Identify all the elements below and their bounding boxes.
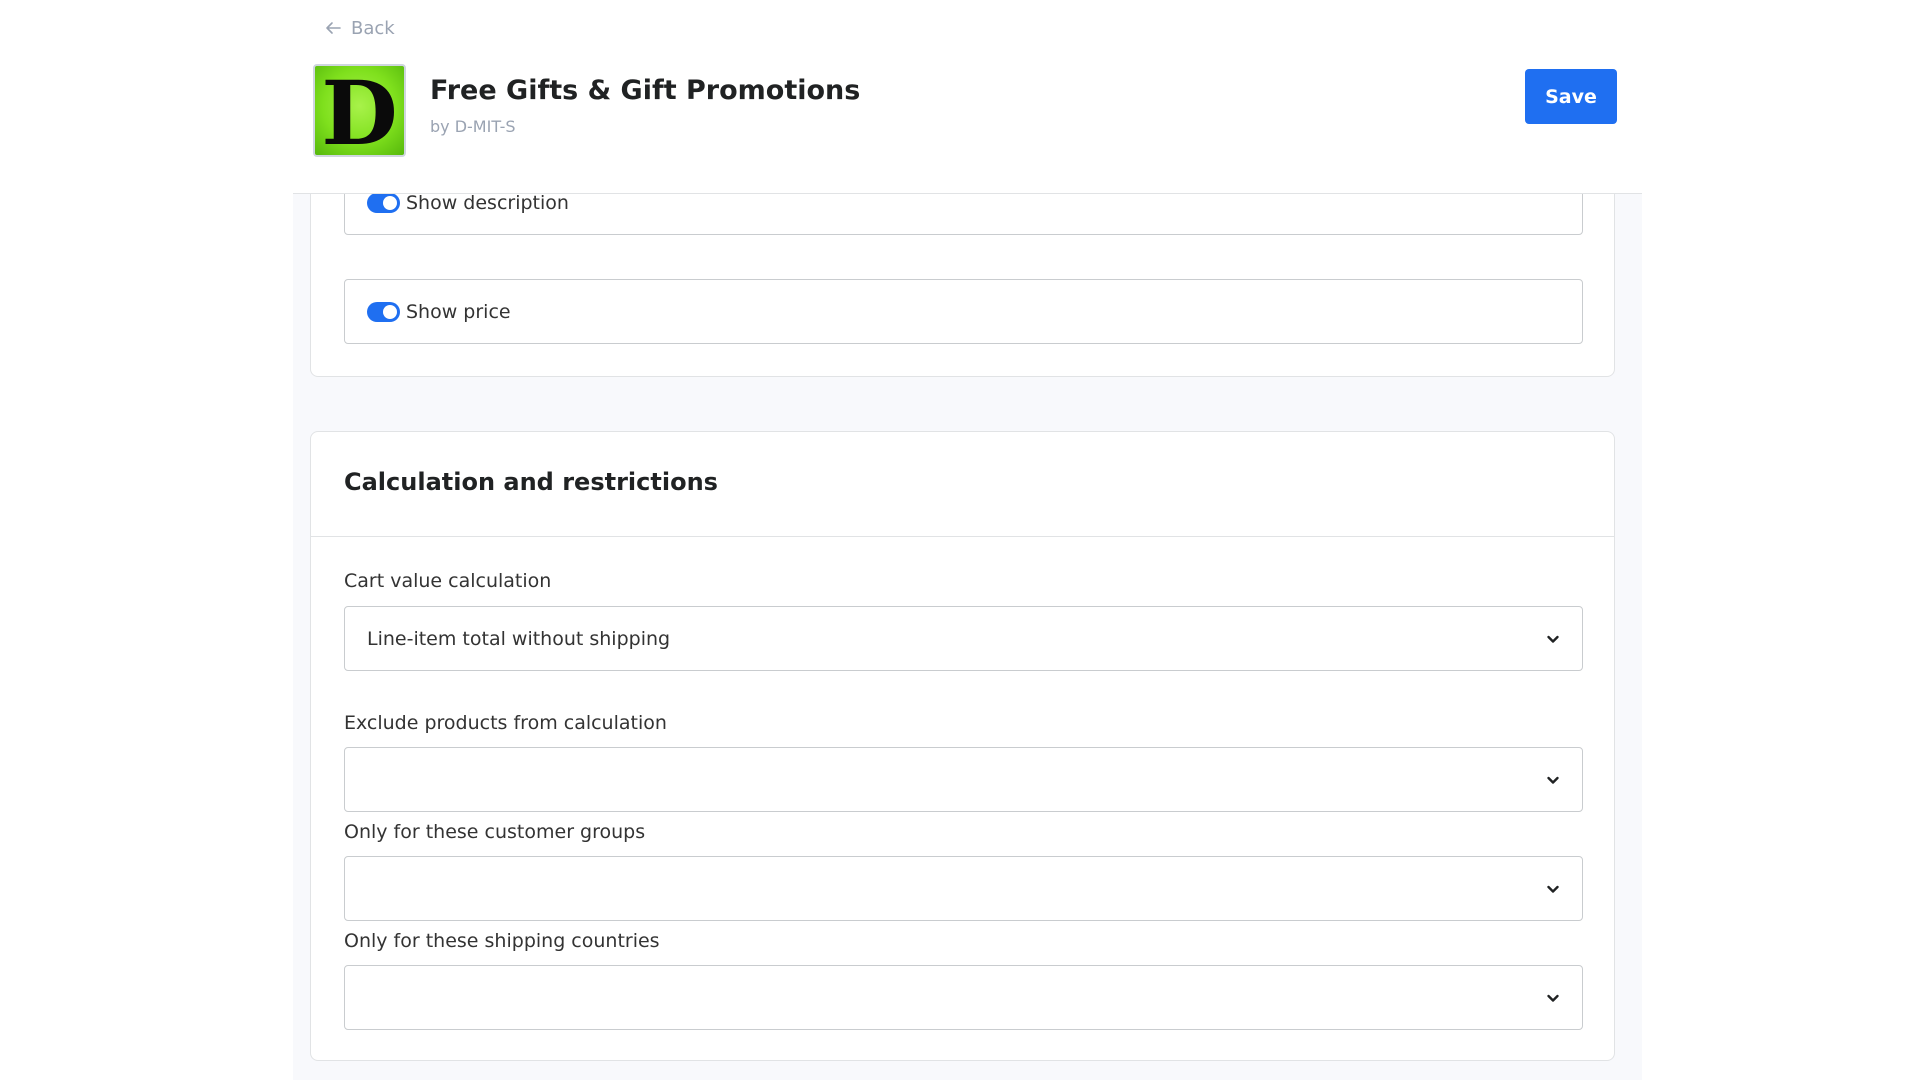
app-logo-letter: D [321, 64, 398, 157]
app-developer: by D-MIT-S [430, 117, 516, 136]
save-button[interactable]: Save [1525, 69, 1617, 124]
back-label: Back [351, 17, 395, 39]
cart-value-calculation-select[interactable]: Line-item total without shipping [344, 606, 1583, 671]
show-price-row[interactable]: Show price [344, 279, 1583, 344]
section-divider [311, 536, 1614, 537]
show-description-toggle[interactable] [367, 192, 400, 213]
chevron-down-icon [1547, 885, 1559, 893]
show-description-label: Show description [406, 191, 569, 214]
shipping-countries-label: Only for these shipping countries [344, 930, 660, 952]
app-logo: D [313, 64, 406, 157]
cart-value-calculation-label: Cart value calculation [344, 570, 552, 592]
exclude-products-select[interactable] [344, 747, 1583, 812]
show-price-label: Show price [406, 300, 511, 323]
app-header: Back D Free Gifts & Gift Promotions by D… [293, 0, 1642, 194]
back-link[interactable]: Back [323, 14, 395, 42]
toggle-knob [383, 195, 397, 210]
arrow-left-icon [326, 22, 341, 34]
chevron-down-icon [1547, 776, 1559, 784]
exclude-products-label: Exclude products from calculation [344, 712, 667, 734]
calculation-card: Calculation and restrictions Cart value … [310, 431, 1615, 1061]
cart-value-calculation-value: Line-item total without shipping [367, 627, 671, 650]
customer-groups-select[interactable] [344, 856, 1583, 921]
customer-groups-label: Only for these customer groups [344, 821, 646, 843]
chevron-down-icon [1547, 635, 1559, 643]
app-title: Free Gifts & Gift Promotions [430, 75, 861, 106]
shipping-countries-select[interactable] [344, 965, 1583, 1030]
section-title: Calculation and restrictions [344, 468, 718, 496]
show-price-toggle[interactable] [367, 301, 400, 322]
toggle-knob [383, 304, 397, 319]
chevron-down-icon [1547, 994, 1559, 1002]
